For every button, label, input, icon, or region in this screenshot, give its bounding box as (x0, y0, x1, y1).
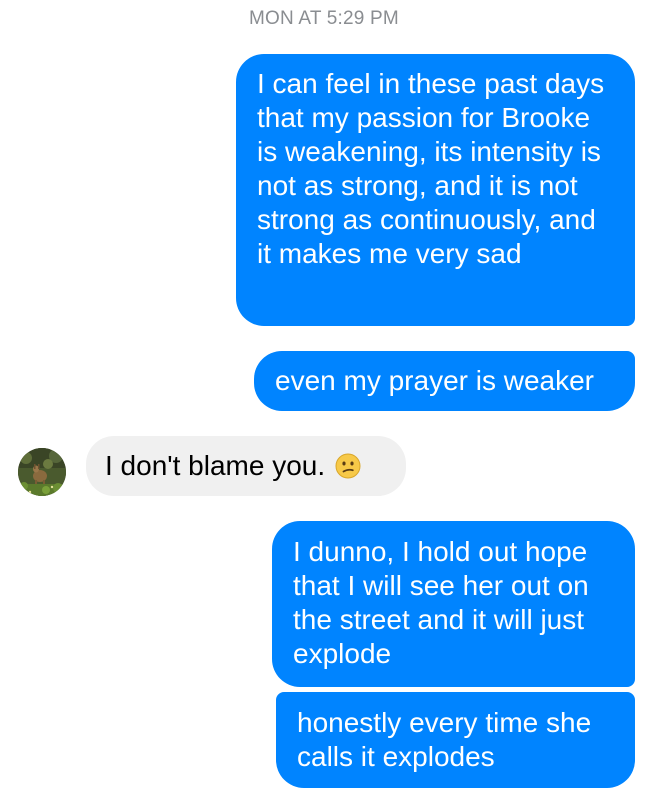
message-text: I don't blame you. (105, 450, 326, 481)
chat-screen: MON AT 5:29 PM I can feel in these past … (0, 0, 648, 803)
message-text: even my prayer is weaker (275, 365, 595, 396)
contact-avatar[interactable] (18, 448, 66, 496)
outgoing-message[interactable]: I can feel in these past days that my pa… (236, 54, 635, 326)
message-text: honestly every time she calls it explode… (297, 707, 592, 772)
outgoing-message[interactable]: even my prayer is weaker (254, 351, 635, 411)
confused-face-icon (335, 453, 361, 479)
outgoing-message[interactable]: honestly every time she calls it explode… (276, 692, 635, 788)
incoming-message[interactable]: I don't blame you. (86, 436, 406, 496)
message-text: I can feel in these past days that my pa… (257, 68, 605, 269)
message-timestamp: MON AT 5:29 PM (249, 8, 399, 29)
deer-photo-avatar-icon (18, 448, 66, 496)
message-text: I dunno, I hold out hope that I will see… (293, 536, 589, 669)
outgoing-message[interactable]: I dunno, I hold out hope that I will see… (272, 521, 635, 687)
